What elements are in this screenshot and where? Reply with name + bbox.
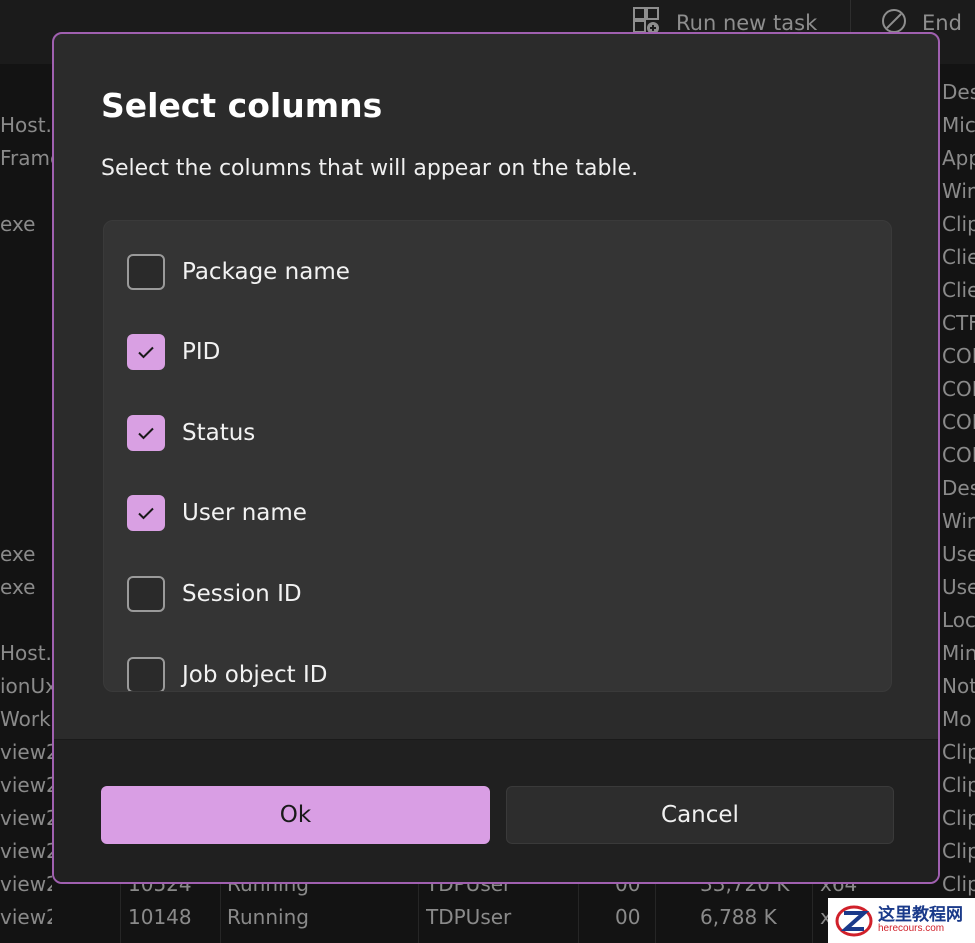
bg-process-description: Not xyxy=(942,674,975,698)
bg-cell-session: 00 xyxy=(615,905,641,929)
dialog-description: Select the columns that will appear on t… xyxy=(101,156,639,181)
checkmark-icon xyxy=(138,346,154,359)
bg-process-name: view2 xyxy=(0,740,52,764)
column-options-list[interactable]: Package name PID Status User name Sessio… xyxy=(103,220,892,692)
option-session-id[interactable]: Session ID xyxy=(127,574,302,614)
bg-process-description: Use xyxy=(942,575,975,599)
bg-process-name: exe xyxy=(0,575,36,599)
bg-process-name: exe xyxy=(0,212,36,236)
bg-process-description: COI xyxy=(942,443,975,467)
cancel-button[interactable]: Cancel xyxy=(506,786,894,844)
bg-process-description: Use xyxy=(942,542,975,566)
bg-process-description: Clie xyxy=(942,245,975,269)
bg-process-description: Mic xyxy=(942,113,975,137)
dialog-footer: Ok Cancel xyxy=(54,739,938,882)
option-label: PID xyxy=(182,339,221,365)
option-pid[interactable]: PID xyxy=(127,332,220,372)
checkmark-icon xyxy=(138,507,154,520)
dialog-title: Select columns xyxy=(101,86,383,125)
bg-process-name: ionUx xyxy=(0,674,52,698)
bg-cell-status: Running xyxy=(227,905,309,929)
option-package-name[interactable]: Package name xyxy=(127,252,350,292)
bg-process-description: CTF xyxy=(942,311,975,335)
bg-process-description: Loc xyxy=(942,608,975,632)
bg-process-name: view2 xyxy=(0,773,52,797)
bg-process-description: Clie xyxy=(942,278,975,302)
checkbox-user-name[interactable] xyxy=(127,495,165,531)
bg-process-name: Work xyxy=(0,707,51,731)
bg-process-description: Clip xyxy=(942,806,975,830)
bg-cell-user: TDPUser xyxy=(426,905,512,929)
bg-process-name: view2.exe xyxy=(0,872,52,896)
option-label: User name xyxy=(182,500,307,526)
checkbox-session-id[interactable] xyxy=(127,576,165,612)
checkbox-package-name[interactable] xyxy=(127,254,165,290)
checkmark-icon xyxy=(138,427,154,440)
bg-process-description: Clip xyxy=(942,740,975,764)
bg-process-name: Host.e xyxy=(0,113,52,137)
checkbox-status[interactable] xyxy=(127,415,165,451)
bg-process-description: Win xyxy=(942,179,975,203)
bg-process-name: Frame xyxy=(0,146,52,170)
watermark-url: herecours.com xyxy=(878,923,945,934)
checkbox-pid[interactable] xyxy=(127,334,165,370)
checkbox-job-object-id[interactable] xyxy=(127,657,165,691)
bg-process-description: Win xyxy=(942,509,975,533)
bg-process-description: COI xyxy=(942,410,975,434)
option-label: Job object ID xyxy=(182,662,328,688)
bg-process-name: Host.e xyxy=(0,641,52,665)
bg-process-description: Des xyxy=(942,80,975,104)
option-user-name[interactable]: User name xyxy=(127,493,307,533)
bg-process-description: Clip xyxy=(942,839,975,863)
bg-process-description: Clip xyxy=(942,212,975,236)
option-label: Status xyxy=(182,420,256,446)
option-label: Session ID xyxy=(182,581,302,607)
bg-process-description: Clip xyxy=(942,773,975,797)
option-label: Package name xyxy=(182,259,350,285)
bg-process-description: Clip xyxy=(942,872,975,896)
bg-process-description: App xyxy=(942,146,975,170)
bg-process-description: Mo xyxy=(942,707,972,731)
bg-process-description: Min xyxy=(942,641,975,665)
bg-process-name: exe xyxy=(0,542,36,566)
bg-process-description: COI xyxy=(942,344,975,368)
watermark: 这里教程网 herecours.com xyxy=(828,898,975,943)
bg-cell-pid: 10148 xyxy=(128,905,192,929)
bg-process-description: COI xyxy=(942,377,975,401)
option-status[interactable]: Status xyxy=(127,413,255,453)
watermark-cn-text: 这里教程网 xyxy=(878,905,963,925)
bg-process-description: Des xyxy=(942,476,975,500)
watermark-logo-icon xyxy=(835,905,873,936)
bg-process-name: view2 xyxy=(0,839,52,863)
option-job-object-id[interactable]: Job object ID xyxy=(127,655,328,691)
bg-process-name: view2.exe xyxy=(0,905,52,929)
ok-button[interactable]: Ok xyxy=(101,786,490,844)
bg-process-name: view2 xyxy=(0,806,52,830)
select-columns-dialog: Select columns Select the columns that w… xyxy=(52,32,940,884)
bg-cell-memory: 6,788 K xyxy=(700,905,777,929)
